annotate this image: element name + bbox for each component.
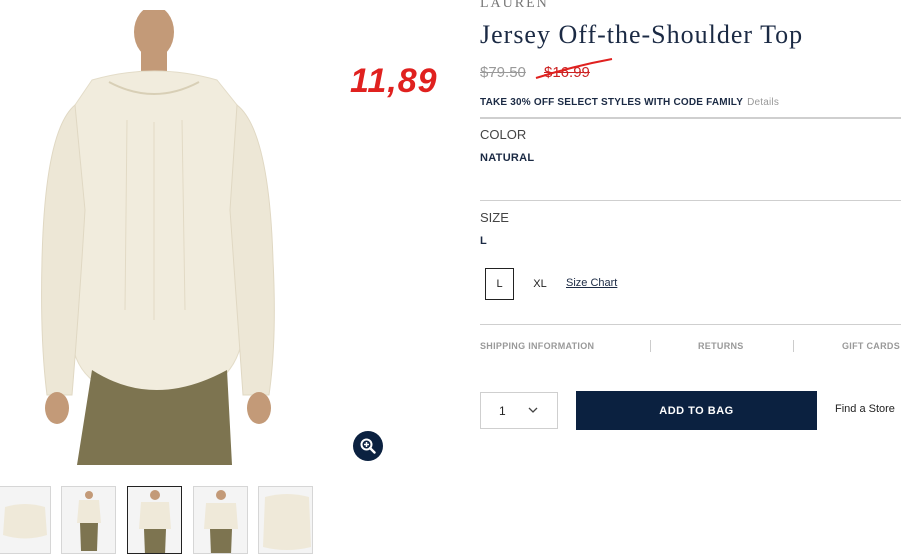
quantity-select[interactable]: 1 xyxy=(480,392,558,429)
product-title: Jersey Off-the-Shoulder Top xyxy=(480,20,804,49)
chevron-down-icon xyxy=(528,407,538,413)
link-separator xyxy=(793,340,794,352)
brand-name: LAUREN xyxy=(480,0,549,11)
annotation-price: 11,89 xyxy=(350,62,438,100)
quantity-value: 1 xyxy=(499,403,506,418)
divider xyxy=(480,200,901,201)
divider xyxy=(480,117,901,119)
promo-text: TAKE 30% OFF SELECT STYLES WITH CODE FAM… xyxy=(480,97,779,108)
link-separator xyxy=(650,340,651,352)
original-price: $79.50 xyxy=(480,64,526,81)
returns-link[interactable]: RETURNS xyxy=(698,341,744,351)
divider xyxy=(480,324,901,325)
color-value: NATURAL xyxy=(480,152,535,164)
promo-details-link[interactable]: Details xyxy=(747,97,779,108)
color-label: COLOR xyxy=(480,127,527,142)
add-to-bag-button[interactable]: ADD TO BAG xyxy=(576,391,817,430)
product-main-image[interactable] xyxy=(37,6,280,465)
size-label: SIZE xyxy=(480,210,509,225)
thumbnail-2[interactable] xyxy=(61,486,116,554)
shipping-information-link[interactable]: SHIPPING INFORMATION xyxy=(480,341,594,351)
size-option-xl[interactable]: XL xyxy=(527,268,553,300)
gift-cards-link[interactable]: GIFT CARDS xyxy=(842,341,900,351)
find-a-store-link[interactable]: Find a Store xyxy=(835,403,895,415)
thumbnail-5[interactable] xyxy=(258,486,313,554)
promo-message: TAKE 30% OFF SELECT STYLES WITH CODE FAM… xyxy=(480,97,744,108)
size-chart-link[interactable]: Size Chart xyxy=(566,277,617,289)
thumbnail-3[interactable] xyxy=(127,486,182,554)
annotation-strike-mark xyxy=(535,58,613,79)
size-value: L xyxy=(480,235,488,247)
zoom-button[interactable] xyxy=(353,431,383,461)
zoom-in-icon xyxy=(360,438,376,454)
thumbnail-4[interactable] xyxy=(193,486,248,554)
thumbnail-1[interactable] xyxy=(0,486,51,554)
size-option-l[interactable]: L xyxy=(485,268,514,300)
